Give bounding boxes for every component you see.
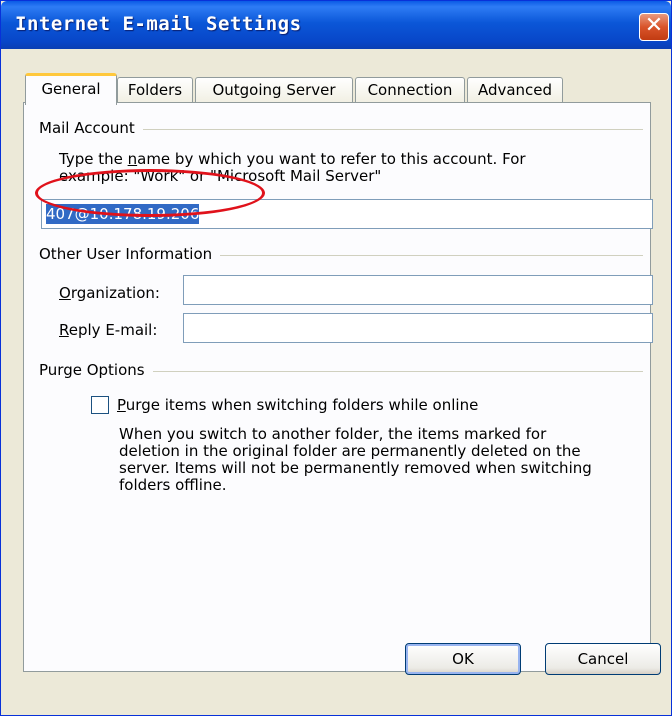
reply-email-label: Reply E-mail:	[59, 321, 158, 339]
purge-help-line-4: folders offline.	[119, 476, 227, 494]
tab-folders[interactable]: Folders	[117, 77, 193, 103]
tab-advanced[interactable]: Advanced	[467, 77, 563, 103]
dialog-window: Internet E-mail Settings ✕ General Folde…	[0, 0, 672, 716]
purge-options-group-label: Purge Options	[39, 361, 153, 379]
purge-help-line-2: deletion in the original folder are perm…	[119, 442, 581, 460]
tab-outgoing-server[interactable]: Outgoing Server	[195, 77, 353, 103]
purge-help-line-1: When you switch to another folder, the i…	[119, 425, 547, 443]
organization-input[interactable]	[183, 275, 653, 305]
mail-account-group-label: Mail Account	[39, 119, 143, 137]
window-title: Internet E-mail Settings	[15, 13, 302, 35]
account-name-description: Type the name by which you want to refer…	[59, 150, 526, 168]
account-name-value: 407@10.178.19.206	[46, 204, 200, 224]
close-button[interactable]: ✕	[639, 13, 669, 41]
other-user-info-group-label: Other User Information	[39, 245, 221, 263]
ok-button[interactable]: OK	[405, 643, 521, 675]
account-name-input[interactable]: 407@10.178.19.206	[41, 199, 653, 229]
purge-items-label[interactable]: Purge items when switching folders while…	[117, 397, 478, 414]
purge-help-line-3: server. Items will not be permanently re…	[119, 459, 592, 477]
close-icon: ✕	[644, 13, 664, 38]
tab-connection[interactable]: Connection	[355, 77, 465, 103]
general-tab-page	[23, 102, 651, 672]
organization-label: Organization:	[59, 284, 160, 302]
title-bar[interactable]: Internet E-mail Settings ✕	[1, 1, 671, 49]
reply-email-input[interactable]	[183, 313, 653, 343]
cancel-button[interactable]: Cancel	[545, 643, 661, 675]
purge-items-checkbox[interactable]	[91, 396, 109, 414]
tab-general[interactable]: General	[25, 73, 117, 105]
account-name-example: example: "Work" or "Microsoft Mail Serve…	[59, 167, 382, 185]
